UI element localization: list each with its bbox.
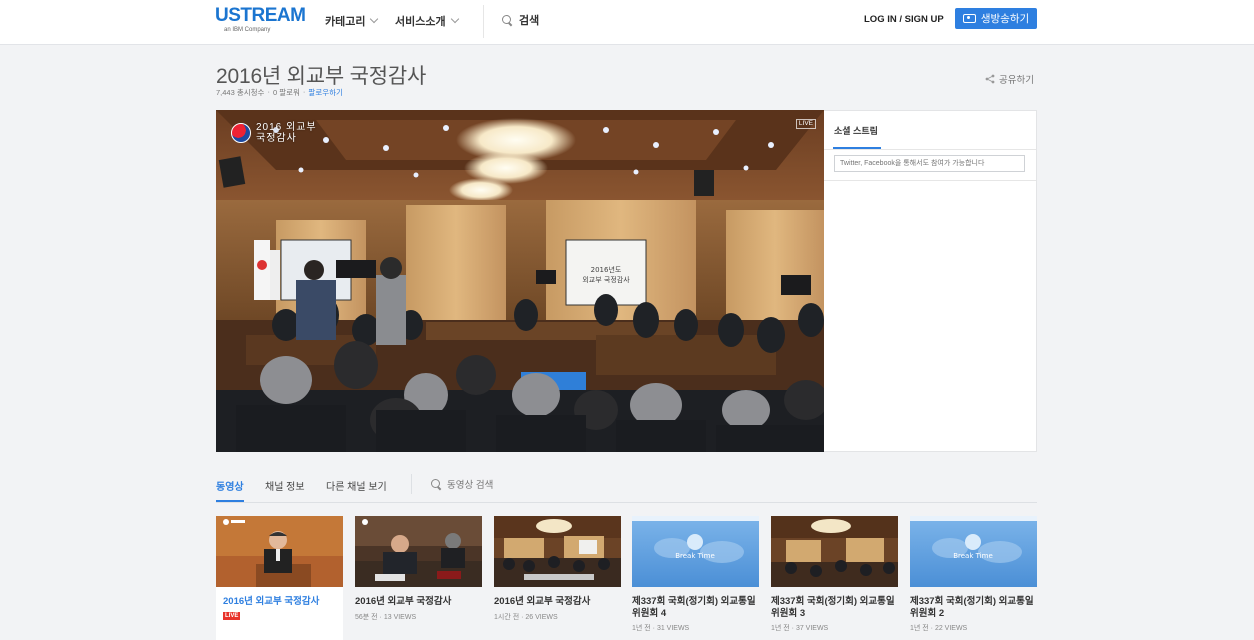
video-thumbnail	[355, 516, 482, 587]
video-meta: 1년 전 · 22 VIEWS	[910, 625, 968, 632]
camera-icon	[962, 14, 976, 23]
break-time-text: Break Time	[953, 552, 993, 560]
chevron-down-icon	[370, 14, 379, 24]
nav-search[interactable]: 검색	[502, 12, 539, 28]
top-navigation-bar: USTREAM an IBM Company 카테고리 서비스소개 검색 LOG…	[0, 0, 1254, 45]
tab-divider	[411, 474, 412, 494]
video-thumbnail	[771, 516, 898, 587]
meta-separator: ·	[267, 87, 270, 96]
nav-search-label: 검색	[519, 15, 540, 27]
login-signup-link[interactable]: LOG IN / SIGN UP	[864, 14, 944, 25]
government-emblem-icon	[231, 123, 251, 143]
tabs-divider	[216, 502, 1037, 503]
broadcaster-logo: 2016 외교부 국정감사	[231, 122, 317, 144]
social-stream-tab[interactable]: 소셜 스트림	[834, 124, 878, 137]
player-live-badge: LIVE	[795, 119, 816, 129]
broadcaster-line-2: 국정감사	[256, 133, 297, 144]
view-count: 7,443 총시청수	[216, 88, 265, 97]
video-card[interactable]: Break Time 제337회 국회(정기회) 외교통일위원회 2 1년 전 …	[910, 516, 1037, 640]
social-message-input[interactable]	[834, 155, 1025, 172]
nav-service-intro[interactable]: 서비스소개	[395, 13, 459, 29]
share-button[interactable]: 공유하기	[985, 72, 1034, 86]
divider	[824, 180, 1036, 181]
page-title: 2016년 외교부 국정감사	[216, 65, 427, 88]
search-icon	[502, 14, 513, 26]
video-player[interactable]: 2016년도 외교부 국정감사 2016 외교부 국정감사 LIVE	[216, 110, 824, 452]
screen-text-1: 2016년도	[591, 265, 622, 274]
search-icon	[431, 478, 442, 490]
video-title: 제337회 국회(정기회) 외교통일위원회 3	[771, 596, 895, 619]
nav-divider	[483, 5, 484, 38]
video-title: 제337회 국회(정기회) 외교통일위원회 2	[910, 596, 1034, 619]
video-search-label: 동영상 검색	[447, 480, 494, 491]
video-thumbnail: Break Time	[632, 516, 759, 587]
broadcaster-line-1: 2016 외교부	[256, 122, 317, 133]
tab-other-channels[interactable]: 다른 채널 보기	[326, 478, 387, 493]
screen-text-2: 외교부 국정감사	[582, 275, 630, 284]
video-meta: 56분 전 · 13 VIEWS	[355, 614, 417, 621]
video-title: 2016년 외교부 국정감사	[494, 596, 591, 607]
chevron-down-icon	[450, 14, 459, 24]
break-time-text: Break Time	[675, 552, 715, 560]
video-card[interactable]: Break Time 제337회 국회(정기회) 외교통일위원회 4 1년 전 …	[632, 516, 759, 640]
video-meta: 1년 전 · 37 VIEWS	[771, 625, 829, 632]
meta-separator: ·	[302, 87, 306, 96]
channel-meta: 7,443 총시청수 · 0 팔로워 · 팔로우하기	[216, 87, 343, 98]
video-title: 제337회 국회(정기회) 외교통일위원회 4	[632, 596, 756, 619]
logo-text: USTREAM	[215, 5, 306, 26]
video-card[interactable]: 2016년 외교부 국정감사 LIVE	[216, 516, 343, 640]
nav-category[interactable]: 카테고리	[325, 13, 379, 29]
follower-count: 0 팔로워	[272, 88, 300, 97]
go-live-button[interactable]: 생방송하기	[955, 8, 1037, 29]
tab-channel-info[interactable]: 채널 정보	[265, 478, 305, 493]
go-live-label: 생방송하기	[980, 13, 1030, 25]
video-card[interactable]: 2016년 외교부 국정감사 1시간 전 · 26 VIEWS	[494, 516, 621, 640]
divider	[824, 149, 1036, 150]
tab-videos[interactable]: 동영상	[216, 478, 244, 493]
video-card[interactable]: 제337회 국회(정기회) 외교통일위원회 3 1년 전 · 37 VIEWS	[771, 516, 898, 640]
video-card[interactable]: 2016년 외교부 국정감사 56분 전 · 13 VIEWS	[355, 516, 482, 640]
social-stream-panel: 소셜 스트림	[824, 110, 1037, 452]
ustream-logo[interactable]: USTREAM an IBM Company	[215, 5, 306, 36]
video-search[interactable]: 동영상 검색	[431, 477, 493, 491]
share-icon	[985, 74, 995, 84]
nav-service-label: 서비스소개	[395, 16, 446, 28]
video-frame: 2016년도 외교부 국정감사	[216, 110, 824, 452]
video-title: 2016년 외교부 국정감사	[223, 596, 320, 607]
live-badge: LIVE	[223, 612, 241, 620]
broadcaster-text: 2016 외교부 국정감사	[256, 122, 317, 144]
video-thumbnail: Break Time	[910, 516, 1037, 587]
video-meta: 1시간 전 · 26 VIEWS	[494, 614, 558, 621]
share-label: 공유하기	[999, 75, 1034, 86]
video-thumbnail	[494, 516, 621, 587]
follow-link[interactable]: 팔로우하기	[308, 87, 343, 98]
video-thumbnail	[216, 516, 343, 587]
logo-subtext: an IBM Company	[224, 27, 271, 33]
video-meta: 1년 전 · 31 VIEWS	[632, 625, 690, 632]
video-title: 2016년 외교부 국정감사	[355, 596, 452, 607]
nav-category-label: 카테고리	[325, 16, 366, 28]
